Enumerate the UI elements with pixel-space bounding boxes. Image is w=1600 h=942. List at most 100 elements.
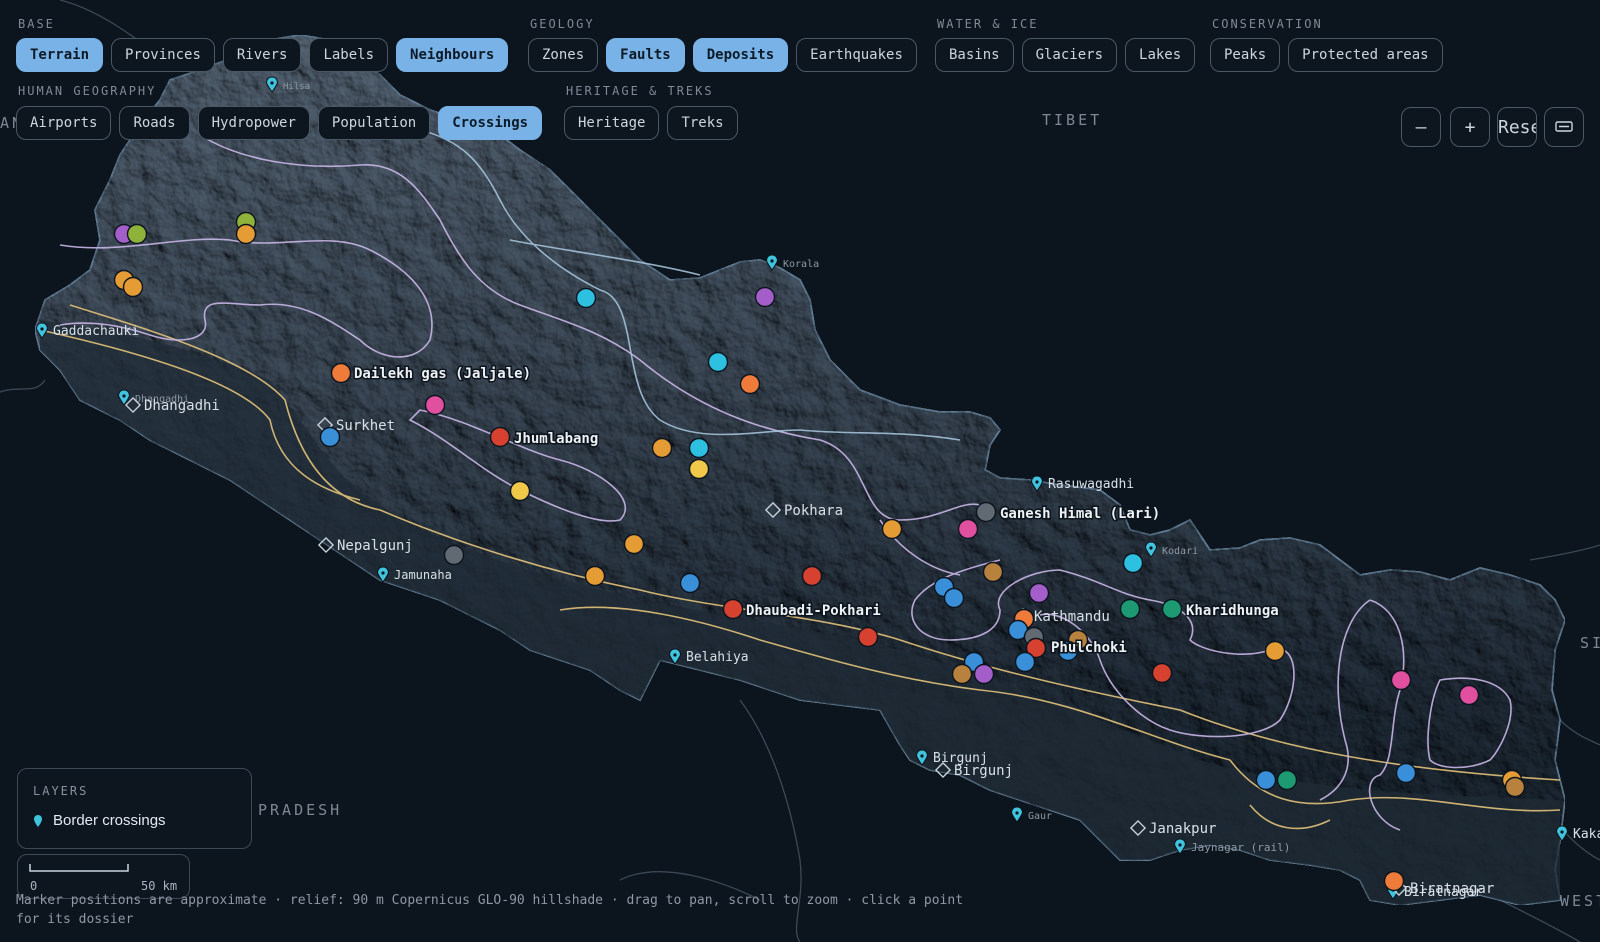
deposit-marker[interactable] [707, 351, 729, 373]
chip-heritage[interactable]: Heritage [564, 106, 660, 140]
crossing-pin-dot [920, 754, 924, 758]
deposit-marker[interactable] [982, 561, 1004, 583]
crossing-gaddachauki[interactable]: Gaddachauki [36, 322, 139, 339]
deposit-marker[interactable] [1264, 640, 1286, 662]
chip-zones[interactable]: Zones [528, 38, 599, 72]
deposit-marker[interactable] [235, 223, 257, 245]
chip-roads[interactable]: Roads [119, 106, 190, 140]
crossing-label: Korala [783, 259, 819, 270]
deposit-marker[interactable] [722, 598, 744, 620]
crossing-label: Jaynagar (rail) [1191, 841, 1290, 854]
deposit-marker[interactable] [857, 626, 879, 648]
legend-item-crossings: Border crossings [33, 812, 236, 829]
crossing-pin-dot [1149, 546, 1153, 550]
deposit-marker[interactable] [679, 572, 701, 594]
deposit-marker[interactable] [957, 518, 979, 540]
deposit-marker[interactable] [754, 286, 776, 308]
fullscreen-button[interactable] [1544, 107, 1584, 147]
crossing-label: Gaur [1028, 811, 1052, 822]
deposit-marker[interactable] [319, 426, 341, 448]
crossing-label: Jamunaha [394, 568, 452, 582]
deposit-marker[interactable] [1119, 598, 1141, 620]
chip-population[interactable]: Population [317, 106, 431, 140]
deposit-marker[interactable] [1504, 776, 1526, 798]
chip-peaks[interactable]: Peaks [1210, 38, 1281, 72]
chip-deposits[interactable]: Deposits [692, 38, 789, 72]
chip-glaciers[interactable]: Glaciers [1021, 38, 1118, 72]
city-label: Nepalgunj [337, 538, 413, 554]
group-label-human-geography: HUMAN GEOGRAPHY [18, 84, 157, 98]
crossing-pin-icon [34, 814, 42, 827]
deposit-marker[interactable] [575, 287, 597, 309]
deposit-marker[interactable] [623, 533, 645, 555]
crossing-pin-dot [270, 81, 274, 85]
chip-provinces[interactable]: Provinces [111, 38, 215, 72]
city-label: Kathmandu [1034, 609, 1110, 625]
deposit-marker[interactable] [1390, 669, 1412, 691]
chip-airports[interactable]: Airports [16, 106, 112, 140]
deposit-marker[interactable] [739, 373, 761, 395]
deposit-marker[interactable] [424, 394, 446, 416]
group-label-conservation: CONSERVATION [1212, 17, 1323, 31]
deposit-marker[interactable] [1122, 552, 1144, 574]
deposit-marker[interactable] [951, 663, 973, 685]
chip-basins[interactable]: Basins [935, 38, 1014, 72]
deposit-marker[interactable] [1151, 662, 1173, 684]
fullscreen-icon [1555, 121, 1573, 132]
chip-protected-areas[interactable]: Protected areas [1288, 38, 1443, 72]
group-label-geology: GEOLOGY [530, 17, 595, 31]
deposit-marker[interactable] [1395, 762, 1417, 784]
deposit-label-ganesh: Ganesh Himal (Lari) [1000, 506, 1160, 522]
crossing-pin-dot [1035, 480, 1039, 484]
deposit-marker[interactable] [1014, 651, 1036, 673]
deposit-marker[interactable] [509, 480, 531, 502]
crossing-rasuwagadhi[interactable]: Rasuwagadhi [1031, 475, 1134, 492]
deposit-marker[interactable] [1383, 870, 1405, 892]
deposit-marker[interactable] [1255, 769, 1277, 791]
reset-button[interactable]: Rese [1497, 107, 1537, 147]
crossing-jaynagar-rail[interactable]: Jaynagar (rail) [1174, 838, 1291, 855]
deposit-marker[interactable] [1458, 684, 1480, 706]
chip-hydropower[interactable]: Hydropower [197, 106, 310, 140]
chip-labels[interactable]: Labels [309, 38, 389, 72]
deposit-marker[interactable] [1161, 598, 1183, 620]
zoom-out-button[interactable]: – [1401, 107, 1441, 147]
deposit-marker[interactable] [943, 587, 965, 609]
deposit-marker[interactable] [489, 426, 511, 448]
chip-neighbours[interactable]: Neighbours [396, 38, 509, 72]
chip-treks[interactable]: Treks [667, 106, 738, 140]
deposit-marker[interactable] [973, 663, 995, 685]
deposit-label-dailekh: Dailekh gas (Jaljale) [354, 366, 531, 382]
reset-label: Rese [1498, 116, 1536, 138]
deposit-marker[interactable] [1028, 582, 1050, 604]
zoom-in-button[interactable]: + [1450, 107, 1490, 147]
deposit-marker[interactable] [801, 565, 823, 587]
city-label: Biratnagar [1410, 881, 1494, 897]
chip-earthquakes[interactable]: Earthquakes [796, 38, 917, 72]
crossing-kakarbhitta[interactable]: Kakarbhitta [1556, 825, 1600, 842]
deposit-marker[interactable] [584, 565, 606, 587]
chip-terrain[interactable]: Terrain [16, 38, 104, 72]
footer-note: Marker positions are approximate · relie… [16, 893, 964, 927]
crossing-label: Rasuwagadhi [1048, 477, 1134, 492]
deposit-marker[interactable] [122, 276, 144, 298]
chip-rivers[interactable]: Rivers [222, 38, 302, 72]
chips-geology: Zones Faults Deposits Earthquakes [528, 38, 917, 72]
chips-water: Basins Glaciers Lakes [935, 38, 1196, 72]
chip-crossings[interactable]: Crossings [438, 106, 543, 140]
deposit-marker[interactable] [881, 518, 903, 540]
deposit-label-jhumlabang: Jhumlabang [514, 431, 598, 447]
deposit-marker[interactable] [126, 223, 148, 245]
deposit-marker[interactable] [975, 501, 997, 523]
deposit-marker[interactable] [688, 437, 710, 459]
legend-item-label: Border crossings [53, 812, 166, 829]
deposit-marker[interactable] [330, 362, 352, 384]
chip-lakes[interactable]: Lakes [1125, 38, 1196, 72]
deposit-marker[interactable] [688, 458, 710, 480]
deposit-label-kharidhunga: Kharidhunga [1186, 603, 1279, 619]
chips-heritage: Heritage Treks [564, 106, 738, 140]
deposit-marker[interactable] [1276, 769, 1298, 791]
deposit-marker[interactable] [443, 544, 465, 566]
chip-faults[interactable]: Faults [606, 38, 685, 72]
deposit-marker[interactable] [651, 437, 673, 459]
